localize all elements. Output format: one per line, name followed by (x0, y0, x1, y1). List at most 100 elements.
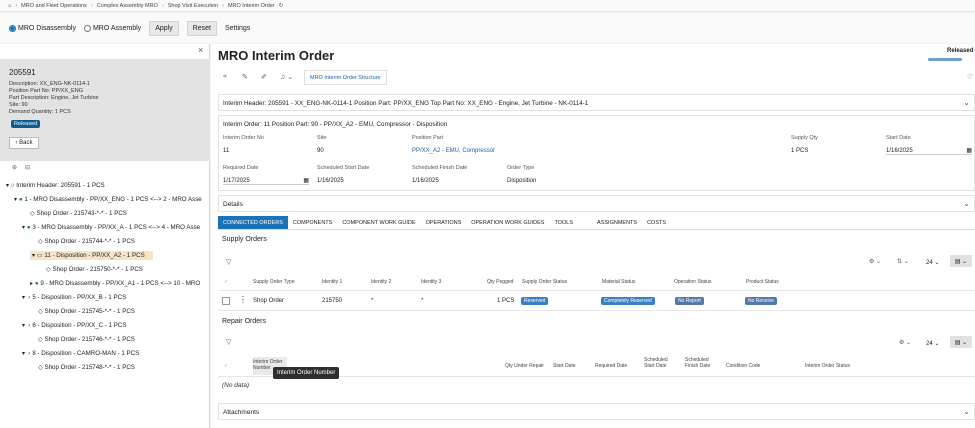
tree-node-selected[interactable]: ▾ ▭ 11 - Disposition - PP/XX_A2 - 1 PCS (30, 251, 153, 260)
tree-node[interactable]: ▾ ○ Interim Header: 205591 - 1 PCS (6, 182, 105, 189)
breadcrumb-item[interactable]: Shop Visit Execution (168, 3, 218, 9)
tab-costs[interactable]: COSTS (642, 216, 671, 229)
tree-node[interactable]: ▾ ◑ 8 - Disposition - CAMRO-MAN - 1 PCS (22, 350, 139, 357)
settings-button[interactable]: Settings (225, 25, 250, 32)
expand-icon[interactable]: ⊕ (12, 164, 17, 171)
tree-node[interactable]: ▸ ● 9 - MRO Disassembly - PP/XX_A1 - 1 P… (30, 280, 200, 287)
required-date-field[interactable]: 1/17/2025 ▦ (223, 178, 309, 185)
status-badge: No Report (675, 297, 704, 305)
tree-node[interactable]: ◇ Shop Order - 215750-*-* - 1 PCS (46, 266, 143, 273)
tree-node[interactable]: ◇ Shop Order - 215748-*-* - 1 PCS (38, 364, 135, 371)
cell-identity1[interactable]: 215750 (322, 298, 342, 304)
column-tooltip: Interim Order Number (273, 367, 340, 379)
settings-icon[interactable]: ⚙ ⌄ (869, 258, 881, 265)
view-toggle[interactable]: ▤ ⌄ (950, 255, 972, 267)
column-header[interactable]: Operation Status (674, 279, 712, 285)
row-checkbox[interactable] (222, 297, 230, 305)
cell-qty-pegged: 1 PCS (497, 298, 515, 304)
position-part-link[interactable]: PP/XX_A2 - EMU, Compressor (412, 148, 495, 154)
tree-node[interactable]: ◇ Shop Order - 215744-*-* - 1 PCS (38, 238, 135, 245)
tree-node[interactable]: ▾ ● 3 - MRO Disassembly - PP/XX_A - 1 PC… (22, 224, 200, 231)
close-icon[interactable]: × (198, 45, 203, 55)
apply-button[interactable]: Apply (149, 20, 179, 36)
breadcrumb-item[interactable]: Complex Assembly MRO (97, 3, 158, 9)
radio-mro-disassembly[interactable]: MRO Disassembly (9, 24, 76, 32)
view-toggle[interactable]: ▤ ⌄ (950, 336, 972, 348)
header-part-description: Part Description: Engine, Jet Turbine (9, 95, 99, 101)
interim-order-structure-button[interactable]: MRO Interim Order Structure (304, 70, 387, 85)
attachment-icon[interactable]: ✎ (242, 73, 248, 81)
favorite-icon[interactable]: ♡ (967, 73, 973, 81)
page-title: MRO Interim Order (218, 48, 335, 63)
sort-icon[interactable]: ⇅ ⌄ (897, 258, 909, 265)
column-header[interactable]: Interim Order Status (805, 363, 850, 369)
tree-node[interactable]: ◇ Shop Order - 215745-*-* - 1 PCS (38, 308, 135, 315)
column-header[interactable]: Supply Order Type (253, 279, 295, 285)
tree-node[interactable]: ▾ ● 1 - MRO Disassembly - PP/XX_ENG - 1 … (14, 196, 202, 203)
main-content: MRO Interim Order Released « ✎ ✐ ♫ ⌄ MRO… (211, 44, 975, 428)
column-header[interactable]: Supply Order Status (522, 279, 567, 285)
column-header[interactable]: Material Status (602, 279, 635, 285)
column-header[interactable]: Condition Code (726, 363, 760, 369)
status-badge: Released (11, 120, 41, 128)
column-header[interactable]: Scheduled Start Date (644, 357, 674, 369)
home-icon[interactable]: ⌂ (8, 3, 11, 9)
column-header[interactable]: Product Status (746, 279, 779, 285)
field-label: Required Date (223, 165, 259, 171)
column-header[interactable]: Identity 3 (421, 279, 441, 285)
field-label: Position Part (412, 135, 444, 141)
breadcrumb-item: MRO Interim Order (227, 2, 275, 9)
tab-connected-orders[interactable]: CONNECTED ORDERS (218, 216, 288, 229)
header-position-part: Position Part No: PP/XX_ENG (9, 88, 83, 94)
page-size-select[interactable]: 24 ⌄ (926, 340, 939, 347)
start-date-field[interactable]: 1/16/2025 ▦ (886, 148, 972, 155)
column-header[interactable]: Identity 1 (322, 279, 342, 285)
settings-icon[interactable]: ⚙ ⌄ (899, 339, 911, 346)
filter-bar: MRO Disassembly MRO Assembly Apply Reset… (0, 13, 975, 43)
refresh-icon[interactable]: ↻ (279, 3, 284, 9)
radio-mro-assembly[interactable]: MRO Assembly (83, 24, 141, 32)
column-header[interactable]: Identity 2 (371, 279, 391, 285)
reset-button[interactable]: Reset (186, 20, 217, 36)
breadcrumb-item[interactable]: MRO and Fleet Operations (21, 3, 87, 9)
tab-operation-work-guides[interactable]: OPERATION WORK GUIDES (466, 216, 549, 229)
column-header[interactable]: Qty Pegged (487, 279, 513, 285)
tree-node[interactable]: ◇ Shop Order - 215743-*-* - 1 PCS (30, 210, 127, 217)
filter-icon[interactable]: ▽ (226, 258, 231, 266)
column-header[interactable]: Start Date (553, 363, 576, 369)
row-menu-icon[interactable]: ⋮ (239, 295, 247, 304)
tab-tools[interactable]: TOOLS (549, 216, 578, 229)
tree-node[interactable]: ▾ ◑ 5 - Disposition - PP/XX_B - 1 PCS (22, 294, 126, 301)
attachments-section[interactable]: Attachments ⌄ (218, 403, 975, 420)
tree-node[interactable]: ◇ Shop Order - 215746-*-* - 1 PCS (38, 336, 135, 343)
calendar-icon[interactable]: ▦ (303, 177, 309, 184)
tab-components[interactable]: COMPONENTS (288, 216, 337, 229)
tab-component-work-guide[interactable]: COMPONENT WORK GUIDE (337, 216, 420, 229)
chevron-down-icon[interactable]: ⌄ (963, 199, 970, 208)
interim-header-card[interactable]: Interim Header: 205591 - XX_ENG-NK-0114-… (218, 94, 975, 111)
column-header[interactable]: Required Date (595, 363, 627, 369)
chevron-down-icon[interactable]: ⌄ (963, 407, 970, 416)
column-header[interactable]: Qty Under Repair (505, 363, 544, 369)
details-section[interactable]: Details ⌄ (218, 195, 975, 212)
calendar-icon[interactable]: ▦ (966, 147, 972, 154)
select-all-checkbox[interactable]: ✓ (224, 363, 228, 369)
collapse-icon[interactable]: ⊟ (25, 164, 30, 171)
back-button[interactable]: ‹ Back (9, 137, 39, 149)
order-type-value: Disposition (507, 178, 537, 184)
tree-node[interactable]: ▾ ◑ 6 - Disposition - PP/XX_C - 1 PCS (22, 322, 127, 329)
notification-icon[interactable]: ♫ ⌄ (280, 73, 293, 81)
repair-orders-title: Repair Orders (222, 318, 266, 325)
edit-icon[interactable]: ✐ (261, 73, 267, 81)
select-all-checkbox[interactable]: ✓ (224, 279, 228, 285)
tab-operations[interactable]: OPERATIONS (421, 216, 467, 229)
field-label: Interim Order No (223, 135, 264, 141)
table-row[interactable]: ⋮ Shop Order 215750 * * 1 PCS Reserved C… (218, 292, 975, 311)
filter-icon[interactable]: ▽ (226, 338, 231, 346)
header-description: Description: XX_ENG-NK-0114-1 (9, 81, 90, 87)
column-header[interactable]: Scheduled Finish Date (685, 357, 715, 369)
tab-assignments[interactable]: ASSIGNMENTS (592, 216, 642, 229)
chevron-down-icon[interactable]: ⌄ (963, 98, 970, 107)
first-record-icon[interactable]: « (223, 73, 227, 80)
page-size-select[interactable]: 24 ⌄ (926, 259, 939, 266)
